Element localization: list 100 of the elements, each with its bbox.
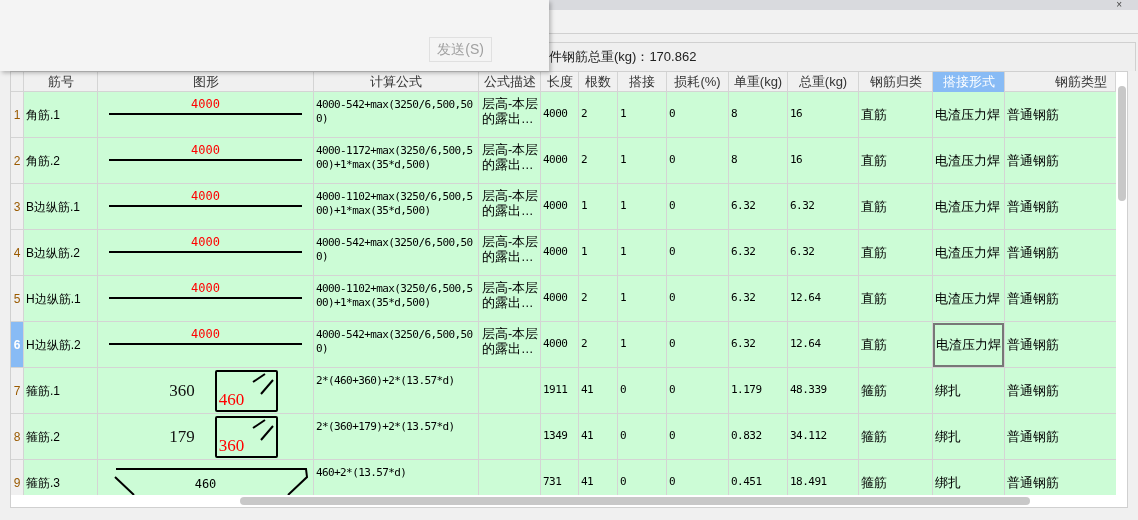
table-cell: 12.64 [790, 336, 821, 353]
table-cell-text: 普通钢筋 [1007, 105, 1059, 124]
inner-length-label: 360 [218, 435, 245, 456]
table-cell: 0 [669, 428, 676, 445]
table-cell-text: 直筋 [861, 335, 887, 354]
table-cell: 16 [790, 152, 803, 169]
table-cell-text: 直筋 [861, 105, 887, 124]
table-cell: 8 [731, 106, 738, 123]
table-cell: 6.32 [731, 290, 756, 307]
table-cell: 2 [581, 152, 588, 169]
column-header[interactable]: 单重(kg) [729, 72, 788, 92]
column-header[interactable]: 损耗(%) [667, 72, 729, 92]
table-cell: 1 [620, 198, 627, 215]
table-cell-text: 普通钢筋 [1007, 243, 1059, 262]
table-cell-text: 箍筋 [861, 381, 887, 400]
close-button[interactable]: × [1116, 0, 1122, 10]
row-number[interactable]: 2 [11, 138, 24, 183]
table-cell: 0 [669, 198, 676, 215]
row-number[interactable]: 9 [11, 460, 24, 496]
table-cell: 16 [790, 106, 803, 123]
column-header[interactable]: 图形 [98, 72, 314, 92]
row-number[interactable]: 7 [11, 368, 24, 413]
column-header[interactable]: 公式描述 [479, 72, 541, 92]
table-cell-text: 角筋.2 [26, 152, 60, 170]
table-cell: 731 [543, 474, 562, 491]
table-cell: 12.64 [790, 290, 821, 307]
description-text: 层高-本层的露出… [482, 189, 540, 219]
length-label: 4000 [191, 188, 220, 204]
table-cell: 4000 [543, 152, 568, 169]
row-number[interactable]: 3 [11, 184, 24, 229]
table-cell-text: 绑扎 [935, 381, 961, 400]
formula-text: 4000-1172+max(3250/6,500,500)+1*max(35*d,500) [316, 144, 474, 172]
table-cell: 4000 [543, 244, 568, 261]
table-cell: 41 [581, 428, 594, 445]
table-cell: 0.832 [731, 428, 762, 445]
table-cell-text: 角筋.1 [26, 106, 60, 124]
table-cell-text: 箍筋 [861, 473, 887, 492]
table-cell: 18.491 [790, 474, 827, 491]
length-label: 460 [194, 476, 217, 493]
table-cell: 4000 [543, 290, 568, 307]
description-text: 层高-本层的露出… [482, 97, 540, 127]
table-cell: 34.112 [790, 428, 827, 445]
table-cell: 1349 [543, 428, 568, 445]
table-cell: 电渣压力焊 [933, 322, 1004, 367]
formula-text: 4000-1102+max(3250/6,500,500)+1*max(35*d,500) [316, 282, 474, 310]
table-cell-text: 箍筋 [861, 427, 887, 446]
row-number[interactable]: 8 [11, 414, 24, 459]
table-cell: 8 [731, 152, 738, 169]
table-cell-text: 箍筋.1 [26, 382, 60, 400]
table-cell: 41 [581, 474, 594, 491]
table-cell-text: 普通钢筋 [1007, 289, 1059, 308]
column-header[interactable]: 总重(kg) [788, 72, 859, 92]
table-cell: 4000 [543, 336, 568, 353]
row-number[interactable]: 5 [11, 276, 24, 321]
table-cell-text: 箍筋.2 [26, 428, 60, 446]
table-cell-text: 直筋 [861, 197, 887, 216]
table-cell-text: 普通钢筋 [1007, 381, 1059, 400]
inner-length-label: 460 [218, 389, 245, 410]
length-label: 4000 [191, 234, 220, 250]
table-cell-text: 直筋 [861, 243, 887, 262]
table-cell-text: B边纵筋.2 [26, 244, 80, 262]
vertical-scrollbar-thumb[interactable] [1117, 86, 1126, 201]
formula-text: 4000-542+max(3250/6,500,500) [316, 236, 474, 264]
table-cell: 2 [581, 336, 588, 353]
column-header[interactable]: 计算公式 [314, 72, 479, 92]
table-cell: 0 [620, 474, 627, 491]
table-cell: 1 [620, 244, 627, 261]
table-cell-text: 普通钢筋 [1007, 473, 1059, 492]
table-cell-text: 电渣压力焊 [935, 197, 1000, 216]
table-cell-text: 普通钢筋 [1007, 427, 1059, 446]
row-number[interactable]: 4 [11, 230, 24, 275]
table-cell-text: H边纵筋.1 [26, 290, 81, 308]
table-cell-text: 普通钢筋 [1007, 151, 1059, 170]
table-cell: 1.179 [731, 382, 762, 399]
horizontal-scrollbar-thumb[interactable] [240, 497, 1030, 506]
table-cell: 1 [581, 198, 588, 215]
column-header[interactable]: 根数 [579, 72, 618, 92]
column-header[interactable]: 搭接 [618, 72, 667, 92]
table-cell: 0 [669, 152, 676, 169]
table-cell: 6.32 [731, 336, 756, 353]
table-cell-text: B边纵筋.1 [26, 198, 80, 216]
length-label: 4000 [191, 326, 220, 342]
table-cell: 0 [669, 382, 676, 399]
table-cell: 2 [581, 106, 588, 123]
table-cell-text: H边纵筋.2 [26, 336, 81, 354]
description-text: 层高-本层的露出… [482, 281, 540, 311]
hook-icon [250, 418, 275, 441]
table-cell: 1 [581, 244, 588, 261]
column-header[interactable]: 长度 [541, 72, 579, 92]
table-cell: 0 [669, 244, 676, 261]
table-cell: 1 [620, 152, 627, 169]
description-text: 层高-本层的露出… [482, 235, 540, 265]
column-header[interactable]: 筋号 [24, 72, 98, 92]
row-number[interactable]: 1 [11, 92, 24, 137]
table-cell: 0 [669, 106, 676, 123]
side-length-label: 360 [169, 379, 195, 402]
table-cell: 1911 [543, 382, 568, 399]
table-cell-text: 电渣压力焊 [935, 105, 1000, 124]
table-cell: 48.339 [790, 382, 827, 399]
length-label: 4000 [191, 96, 220, 112]
